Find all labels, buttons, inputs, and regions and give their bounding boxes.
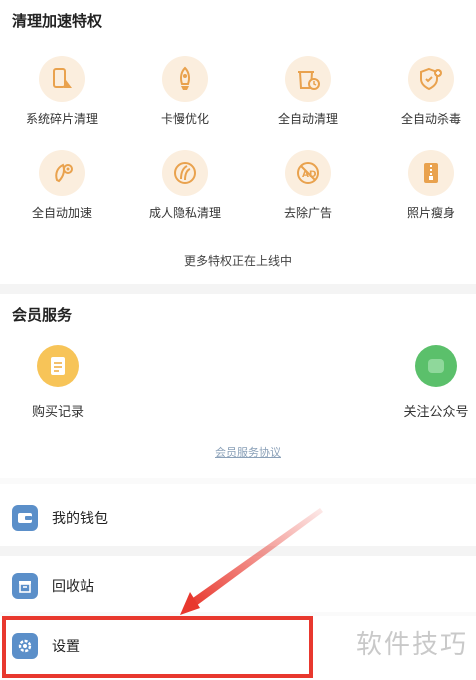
grid-label: 去除广告 [283, 206, 332, 220]
grid-item-remove-ads[interactable]: AD 去除广告 [253, 150, 363, 221]
grid-label: 全自动杀毒 [400, 112, 461, 126]
recycle-bin-icon [12, 573, 38, 599]
section-divider [0, 546, 476, 556]
section-divider [0, 478, 476, 484]
recycle-bin-label: 回收站 [52, 579, 94, 595]
speedup-section-title: 清理加速特权 [12, 12, 103, 30]
receipt-icon [37, 345, 79, 387]
follow-official-account-button[interactable]: 关注公众号 [396, 345, 476, 420]
grid-label: 照片瘦身 [406, 206, 455, 220]
purchase-records-label: 购买记录 [31, 405, 84, 420]
no-ads-icon: AD [285, 150, 331, 196]
shield-plus-icon [408, 56, 454, 102]
grid-label: 成人隐私清理 [148, 206, 221, 220]
grid-item-privacy-clean[interactable]: 成人隐私清理 [130, 150, 240, 221]
phone-broom-icon [39, 56, 85, 102]
wallet-icon [12, 505, 38, 531]
member-section-title: 会员服务 [12, 306, 73, 324]
grid-item-auto-clean[interactable]: 全自动清理 [253, 56, 363, 127]
photo-zip-icon [408, 150, 454, 196]
grid-item-lag-optimize[interactable]: 卡慢优化 [130, 56, 240, 127]
recycle-bin-row[interactable]: 回收站 [0, 564, 476, 608]
trash-clock-icon [285, 56, 331, 102]
watermark: 软件技巧 [355, 630, 468, 660]
grid-label: 系统碎片清理 [25, 112, 98, 126]
wechat-icon [415, 345, 457, 387]
purchase-records-button[interactable]: 购买记录 [22, 345, 94, 420]
member-agreement-link[interactable]: 会员服务协议 [0, 444, 476, 460]
grid-label: 全自动加速 [31, 206, 92, 220]
grid-label: 全自动清理 [277, 112, 338, 126]
grid-label: 卡慢优化 [160, 112, 209, 126]
settings-highlight-box [2, 616, 313, 678]
grid-item-system-fragment-clean[interactable]: 系统碎片清理 [7, 56, 117, 127]
grid-item-photo-slim[interactable]: 照片瘦身 [376, 150, 476, 221]
section-divider [0, 284, 476, 294]
wallet-row[interactable]: 我的钱包 [0, 496, 476, 540]
more-privileges-text: 更多特权正在上线中 [183, 254, 292, 268]
rocket-gear-icon [39, 150, 85, 196]
rocket-icon [162, 56, 208, 102]
grid-item-auto-antivirus[interactable]: 全自动杀毒 [376, 56, 476, 127]
privacy-icon [162, 150, 208, 196]
grid-item-auto-speedup[interactable]: 全自动加速 [7, 150, 117, 221]
wallet-label: 我的钱包 [52, 511, 108, 527]
follow-official-account-label: 关注公众号 [403, 405, 469, 420]
